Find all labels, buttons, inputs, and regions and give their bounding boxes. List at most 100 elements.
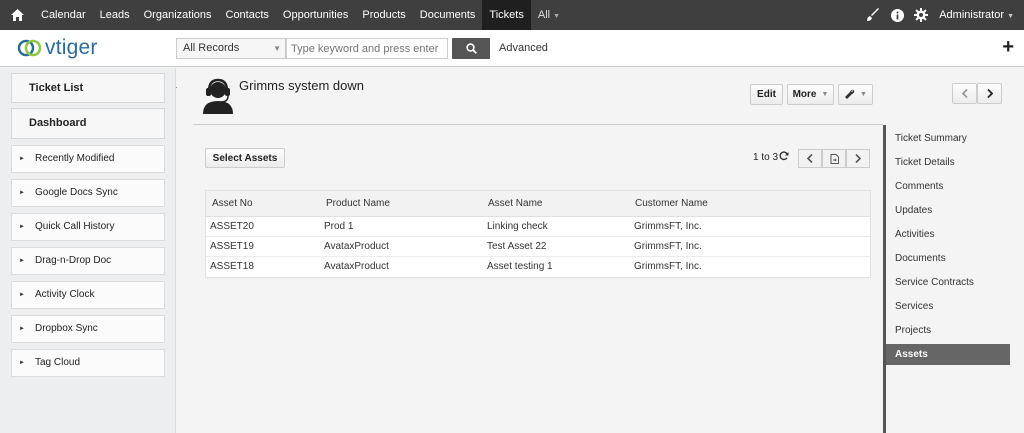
- chevron-right-icon: [986, 89, 993, 98]
- record-title: Grimms system down: [239, 78, 364, 93]
- related-list-nav: Ticket Summary Ticket Details Comments U…: [883, 125, 1024, 433]
- records-filter-select[interactable]: All Records ▼: [176, 38, 286, 59]
- widget-drag-n-drop-doc[interactable]: ► Drag-n-Drop Doc: [11, 247, 165, 275]
- gear-icon[interactable]: [909, 0, 933, 30]
- widget-quick-call-history[interactable]: ► Quick Call History: [11, 213, 165, 241]
- cell-customer-name: GrimmsFT, Inc.: [634, 221, 702, 232]
- related-comments[interactable]: Comments: [886, 176, 1010, 197]
- next-record-button[interactable]: [977, 83, 1002, 104]
- related-assets[interactable]: Assets: [886, 344, 1010, 365]
- home-icon[interactable]: [0, 0, 34, 30]
- logo-mark-icon: [17, 39, 42, 57]
- sidebar-dashboard[interactable]: Dashboard: [11, 108, 165, 139]
- cell-product-name: AvataxProduct: [324, 261, 389, 272]
- widget-label: Google Docs Sync: [35, 187, 118, 198]
- related-services[interactable]: Services: [886, 296, 1010, 317]
- user-toolbar: Administrator ▼: [861, 0, 1014, 30]
- header-bar: vtiger All Records ▼ Advanced +: [0, 30, 1024, 67]
- left-sidebar: Ticket List Dashboard ► Recently Modified…: [0, 68, 176, 433]
- select-assets-button[interactable]: Select Assets: [205, 148, 285, 168]
- brush-icon[interactable]: [861, 0, 885, 30]
- cell-customer-name: GrimmsFT, Inc.: [634, 241, 702, 252]
- top-navigation-bar: Calendar Leads Organizations Contacts Op…: [0, 0, 1024, 30]
- cell-asset-no: ASSET19: [210, 241, 254, 252]
- expand-triangle-icon: ►: [19, 156, 25, 162]
- chevron-down-icon: ▼: [860, 91, 867, 98]
- chevron-down-icon: ▼: [273, 44, 281, 53]
- column-header-asset-no[interactable]: Asset No: [212, 191, 253, 217]
- chevron-right-icon: [855, 154, 861, 163]
- chevron-left-icon: [961, 89, 968, 98]
- related-ticket-summary[interactable]: Ticket Summary: [886, 128, 1010, 149]
- chevron-down-icon: ▼: [1007, 13, 1014, 20]
- nav-products[interactable]: Products: [355, 0, 412, 30]
- quick-create-icon[interactable]: +: [1002, 37, 1014, 57]
- widget-tag-cloud[interactable]: ► Tag Cloud: [11, 349, 165, 377]
- more-button[interactable]: More ▼: [787, 84, 834, 105]
- wrench-icon: [845, 89, 855, 99]
- cell-customer-name: GrimmsFT, Inc.: [634, 261, 702, 272]
- header-divider: [193, 124, 883, 125]
- widget-label: Recently Modified: [35, 153, 115, 164]
- expand-triangle-icon: ►: [19, 258, 25, 264]
- nav-leads[interactable]: Leads: [93, 0, 137, 30]
- column-header-product-name[interactable]: Product Name: [326, 191, 390, 217]
- expand-triangle-icon: ►: [19, 292, 25, 298]
- related-service-contracts[interactable]: Service Contracts: [886, 272, 1010, 293]
- page-jump-icon: [830, 153, 839, 164]
- cell-asset-no: ASSET20: [210, 221, 254, 232]
- search-button[interactable]: [452, 38, 490, 59]
- expand-triangle-icon: ►: [19, 224, 25, 230]
- search-input[interactable]: [286, 38, 448, 59]
- related-ticket-details[interactable]: Ticket Details: [886, 152, 1010, 173]
- ticket-avatar-icon: [201, 78, 235, 114]
- assets-table: Asset No Product Name Asset Name Custome…: [205, 190, 871, 278]
- refresh-icon[interactable]: [779, 151, 789, 164]
- previous-page-button[interactable]: [798, 149, 822, 168]
- page-jump-button[interactable]: [822, 149, 846, 168]
- table-row[interactable]: ASSET18 AvataxProduct Asset testing 1 Gr…: [206, 257, 870, 277]
- related-documents[interactable]: Documents: [886, 248, 1010, 269]
- widget-label: Activity Clock: [35, 289, 95, 300]
- sidebar-ticket-list[interactable]: Ticket List: [11, 73, 165, 103]
- nav-organizations[interactable]: Organizations: [137, 0, 219, 30]
- column-header-asset-name[interactable]: Asset Name: [488, 191, 542, 217]
- expand-triangle-icon: ►: [19, 190, 25, 196]
- related-activities[interactable]: Activities: [886, 224, 1010, 245]
- edit-button[interactable]: Edit: [750, 84, 783, 105]
- nav-calendar[interactable]: Calendar: [34, 0, 93, 30]
- vtiger-logo[interactable]: vtiger: [17, 36, 98, 60]
- advanced-search-link[interactable]: Advanced: [499, 42, 548, 54]
- cell-asset-name: Test Asset 22: [487, 241, 547, 252]
- settings-dropdown-button[interactable]: ▼: [838, 84, 873, 105]
- related-updates[interactable]: Updates: [886, 200, 1010, 221]
- widget-label: Drag-n-Drop Doc: [35, 255, 112, 266]
- record-detail-main: Grimms system down Edit More ▼ ▼ Select A…: [177, 68, 1002, 433]
- info-icon[interactable]: [885, 0, 909, 30]
- next-page-button[interactable]: [846, 149, 870, 168]
- nav-tickets[interactable]: Tickets: [482, 0, 531, 30]
- nav-all-menu[interactable]: All ▼: [531, 0, 567, 30]
- more-label: More: [792, 89, 817, 100]
- cell-asset-name: Linking check: [487, 221, 548, 232]
- related-projects[interactable]: Projects: [886, 320, 1010, 341]
- widget-recently-modified[interactable]: ► Recently Modified: [11, 145, 165, 173]
- nav-all-label: All: [537, 9, 551, 21]
- nav-documents[interactable]: Documents: [413, 0, 483, 30]
- cell-asset-name: Asset testing 1: [487, 261, 553, 272]
- cell-product-name: AvataxProduct: [324, 241, 389, 252]
- nav-opportunities[interactable]: Opportunities: [276, 0, 355, 30]
- column-header-customer-name[interactable]: Customer Name: [635, 191, 708, 217]
- cell-asset-no: ASSET18: [210, 261, 254, 272]
- records-filter-value: All Records: [183, 42, 240, 54]
- table-row[interactable]: ASSET20 Prod 1 Linking check GrimmsFT, I…: [206, 217, 870, 237]
- widget-google-docs-sync[interactable]: ► Google Docs Sync: [11, 179, 165, 207]
- user-menu[interactable]: Administrator ▼: [939, 9, 1014, 21]
- widget-activity-clock[interactable]: ► Activity Clock: [11, 281, 165, 309]
- table-row[interactable]: ASSET19 AvataxProduct Test Asset 22 Grim…: [206, 237, 870, 257]
- chevron-down-icon: ▼: [553, 13, 561, 20]
- nav-contacts[interactable]: Contacts: [219, 0, 276, 30]
- previous-record-button[interactable]: [952, 83, 977, 104]
- widget-label: Dropbox Sync: [35, 323, 98, 334]
- widget-dropbox-sync[interactable]: ► Dropbox Sync: [11, 315, 165, 343]
